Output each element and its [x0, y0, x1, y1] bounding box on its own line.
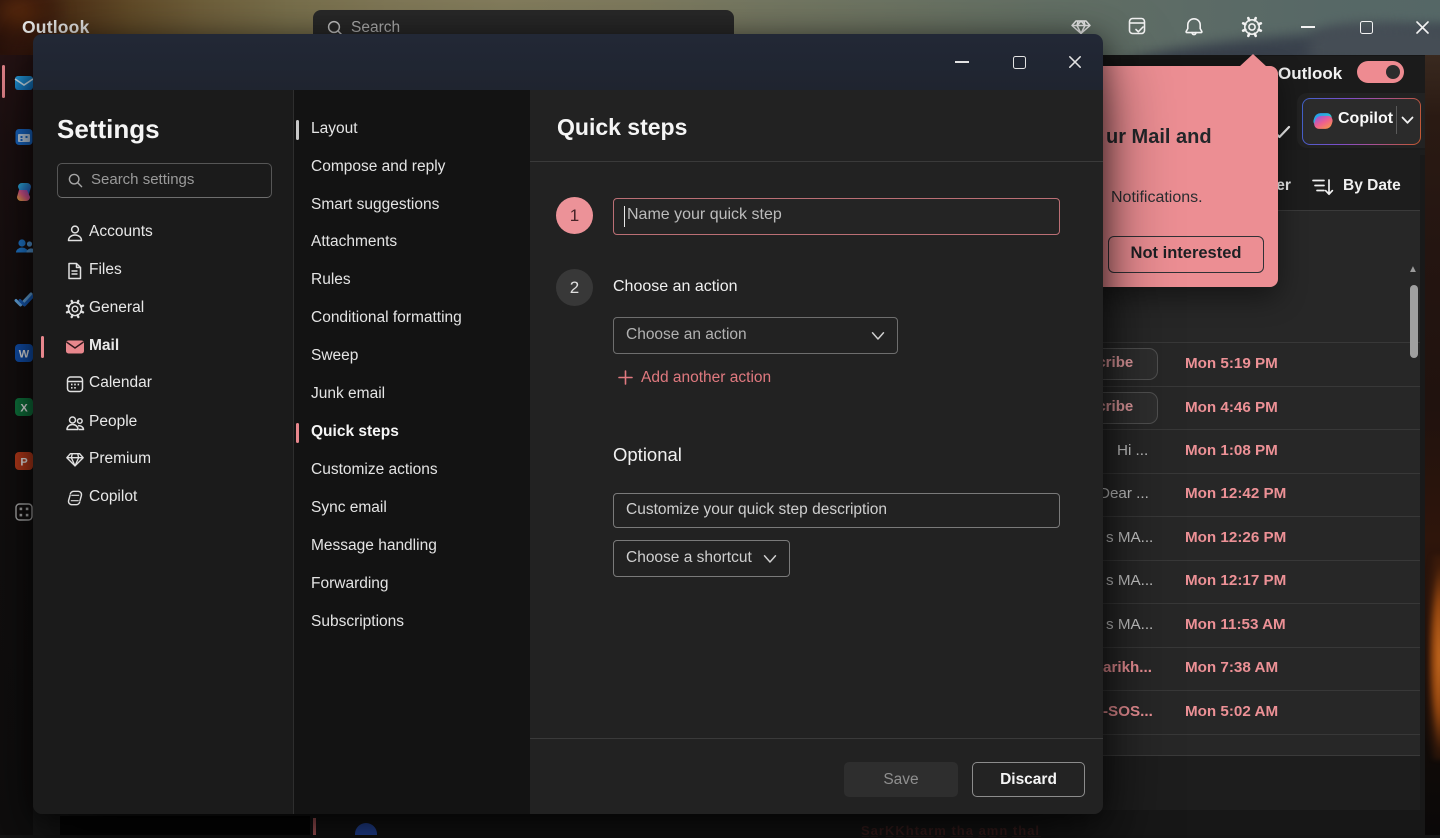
- svg-text:P: P: [20, 457, 27, 469]
- svg-text:X: X: [20, 403, 28, 415]
- svg-text:W: W: [19, 349, 30, 361]
